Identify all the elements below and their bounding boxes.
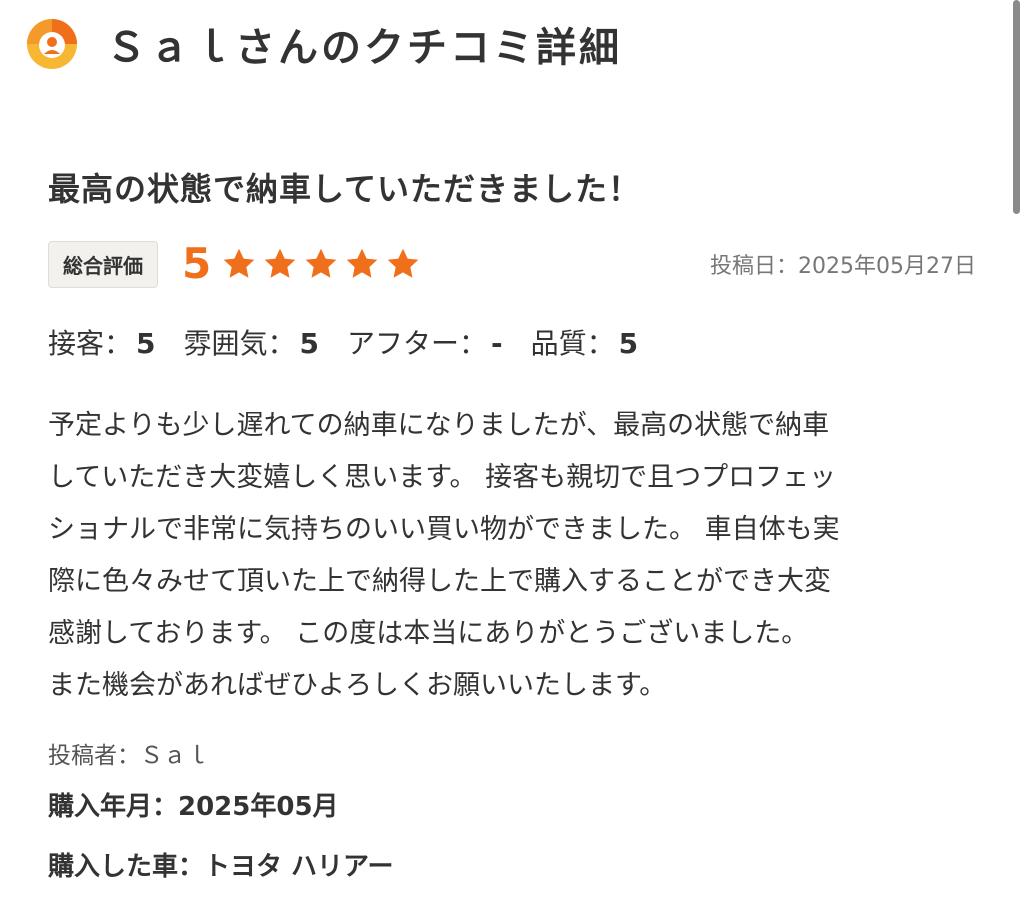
purchase-date: 購入年月：2025年05月 [48,792,339,822]
star-icon [264,248,296,278]
overall-rating-score: 5 [182,239,212,288]
review-title: 最高の状態で納車していただきました！ [48,170,642,208]
review-body: 予定よりも少し遅れての納車になりましたが、最高の状態で納車 していただき大変嬉し… [48,400,978,712]
rating-row: 総合評価 5 投稿日：2025年05月27日 [48,240,976,288]
post-date-value: 2025年05月27日 [798,254,976,279]
sub-rating-value: - [491,327,503,360]
post-date: 投稿日：2025年05月27日 [710,248,976,280]
star-icon [223,248,255,278]
sub-rating-value: 5 [618,327,639,360]
sub-rating-service: 接客： 5 [48,322,156,362]
sub-rating-label: アフター： [347,327,488,360]
review-body-line: ショナルで非常に気持ちのいい買い物ができました。 車自体も実 [48,514,840,545]
purchased-car: 購入した車：トヨタ ハリアー [48,852,394,882]
sub-rating-quality: 品質： 5 [531,322,639,362]
star-icon [305,248,337,278]
review-body-line: 際に色々みせて頂いた上で納得した上で購入することができ大変 [48,566,831,597]
post-date-label: 投稿日： [710,254,799,279]
scrollbar[interactable] [1013,0,1020,214]
map-pin-logo-icon [27,19,77,69]
sub-rating-label: 接客： [48,327,133,360]
review-author: 投稿者：Ｓａｌ [48,743,209,769]
page-title: Ｓａｌさんのクチコミ詳細 [106,25,622,71]
overall-rating-badge: 総合評価 [48,240,158,288]
review-body-line: また機会があればぜひよろしくお願いいたします。 [48,670,667,701]
sub-ratings: 接客： 5 雰囲気： 5 アフター： - 品質： 5 [48,322,666,362]
star-rating [221,246,426,282]
sub-rating-value: 5 [136,327,156,360]
sub-rating-label: 品質： [530,327,615,360]
page-header: Ｓａｌさんのクチコミ詳細 [26,14,622,74]
sub-rating-value: 5 [299,327,319,360]
sub-rating-atmosphere: 雰囲気： 5 [184,322,320,362]
sub-rating-aftercare: アフター： - [347,322,503,362]
review-detail-page: Ｓａｌさんのクチコミ詳細 最高の状態で納車していただきました！ 総合評価 5 投… [0,0,1024,905]
star-icon [346,248,378,278]
star-icon [387,248,419,278]
sub-rating-label: 雰囲気： [183,327,296,360]
review-body-line: 感謝しております。 この度は本当にありがとうございました。 [48,618,809,649]
review-body-line: 予定よりも少し遅れての納車になりましたが、最高の状態で納車 [48,410,830,441]
review-body-line: していただき大変嬉しく思います。 接客も親切で且つプロフェッ [48,462,837,493]
